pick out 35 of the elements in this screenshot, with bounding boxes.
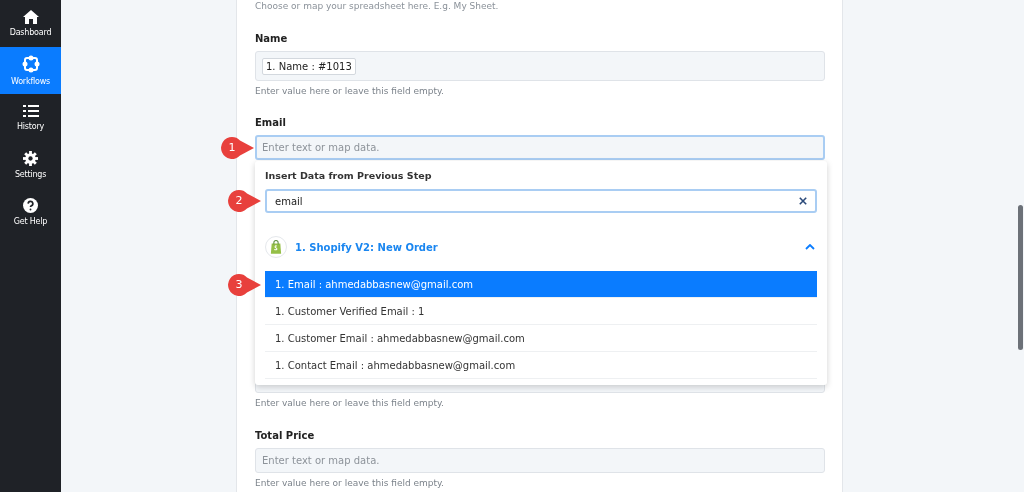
hint-text: Enter value here or leave this field empty. — [255, 398, 445, 408]
step-marker: 1 — [220, 135, 254, 160]
chevron-icon[interactable] — [805, 244, 815, 250]
input-field[interactable]: Enter text or map data. — [255, 448, 825, 473]
helper-text: Choose or map your spreadsheet here. E.g. My Sheet. — [255, 0, 500, 13]
field-label: Total Price — [255, 430, 316, 441]
help-icon — [23, 197, 38, 213]
list-item[interactable]: 1. Email : ahmedabbasnew@gmail.com — [265, 271, 817, 298]
panel-title: Insert Data from Previous Step — [265, 170, 433, 181]
data-token[interactable]: 1. Name : #1013 — [262, 57, 356, 75]
nav-item[interactable]: Dashboard — [0, 0, 61, 47]
nav-item[interactable]: History — [0, 94, 61, 141]
field-label: Email — [255, 117, 287, 128]
hint-text: Enter value here or leave this field empty. — [255, 478, 445, 488]
home-icon — [22, 10, 39, 24]
app-header[interactable]: 1. Shopify V2: New Order — [265, 235, 817, 259]
nav-item[interactable]: Settings — [0, 141, 61, 188]
close-icon[interactable] — [799, 197, 807, 205]
app-name: 1. Shopify V2: New Order — [295, 241, 439, 253]
step-marker: 2 — [227, 189, 261, 213]
workflow-icon — [21, 55, 40, 73]
field-label: Name — [255, 33, 289, 44]
scrollbar[interactable] — [1018, 205, 1023, 350]
list-item[interactable]: 1. Contact Email : ahmedabbasnew@gmail.com — [265, 352, 817, 379]
nav-item[interactable]: Get Help — [0, 188, 61, 235]
list-icon — [22, 104, 39, 118]
input-field[interactable]: Enter text or map data. — [255, 135, 825, 160]
list-item[interactable]: 1. Customer Email : ahmedabbasnew@gmail.com — [265, 325, 817, 352]
step-marker: 3 — [227, 272, 261, 297]
list-item[interactable]: 1. Customer Verified Email : 1 — [265, 298, 817, 325]
hint-text: Enter value here or leave this field empty. — [255, 86, 445, 96]
search-field[interactable]: email — [265, 189, 817, 213]
nav-item[interactable]: Workflows — [0, 47, 61, 94]
input-field[interactable]: 1. Name : #1013 — [255, 51, 825, 81]
settings-icon — [23, 150, 38, 166]
